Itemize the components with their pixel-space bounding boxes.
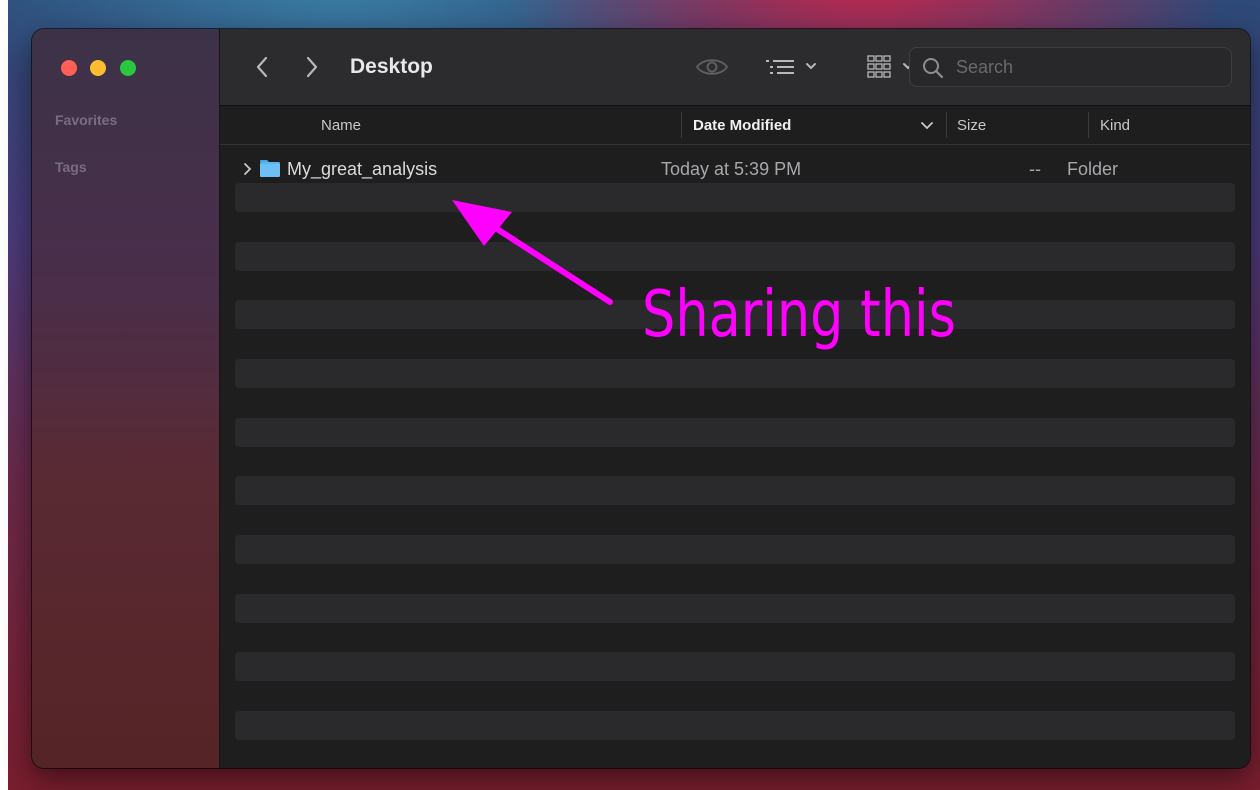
- sidebar-section-favorites[interactable]: Favorites: [55, 112, 117, 128]
- column-divider[interactable]: [1088, 112, 1089, 138]
- annotation-arrow-icon: [452, 200, 613, 305]
- file-size: --: [1029, 159, 1041, 179]
- chevron-left-icon: [256, 56, 268, 78]
- empty-row: [235, 359, 1235, 388]
- finder-window: Favorites Tags Desktop Search Name Date …: [32, 29, 1250, 768]
- annotation-text: Sharing this: [642, 278, 956, 352]
- column-divider[interactable]: [681, 112, 682, 138]
- close-button[interactable]: [61, 60, 77, 76]
- file-kind: Folder: [1067, 159, 1119, 179]
- back-button[interactable]: [250, 51, 274, 83]
- empty-row: [235, 594, 1235, 623]
- column-header-size[interactable]: Size: [957, 117, 986, 134]
- empty-row: [235, 476, 1235, 505]
- eye-icon: [695, 59, 729, 75]
- disclosure-chevron-right-icon[interactable]: [243, 162, 253, 176]
- column-divider[interactable]: [946, 112, 947, 138]
- empty-row: [235, 711, 1235, 740]
- sidebar: Favorites Tags: [32, 29, 220, 768]
- file-date-modified: Today at 5:39 PM: [661, 159, 802, 179]
- sidebar-section-tags[interactable]: Tags: [55, 159, 87, 175]
- sort-chevron-down-icon[interactable]: [920, 121, 934, 131]
- zoom-button[interactable]: [120, 60, 136, 76]
- group-button[interactable]: [764, 51, 822, 83]
- empty-row: [235, 535, 1235, 564]
- minimize-button[interactable]: [90, 60, 106, 76]
- empty-row: [235, 242, 1235, 271]
- column-header-name[interactable]: Name: [321, 117, 361, 134]
- window-title: Desktop: [350, 55, 433, 78]
- column-header-kind[interactable]: Kind: [1100, 117, 1130, 134]
- quicklook-button[interactable]: [694, 51, 730, 83]
- empty-row: [235, 652, 1235, 681]
- search-icon: [923, 58, 944, 79]
- folder-icon: [260, 160, 280, 177]
- file-name: My_great_analysis: [287, 159, 438, 179]
- list-icon: [766, 60, 816, 74]
- empty-row: [235, 183, 1235, 212]
- search-field[interactable]: [909, 47, 1232, 87]
- forward-button[interactable]: [300, 51, 324, 83]
- chevron-right-icon: [306, 56, 318, 78]
- main-content: Desktop Search Name Date Modified Size K…: [220, 29, 1250, 768]
- search-input[interactable]: [954, 54, 1218, 80]
- column-header-row: Name Date Modified Size Kind: [220, 106, 1250, 145]
- file-row[interactable]: My_great_analysis Today at 5:39 PM -- Fo…: [235, 154, 1235, 183]
- empty-row: [235, 418, 1235, 447]
- column-header-date-modified[interactable]: Date Modified: [693, 117, 791, 134]
- toolbar: Desktop: [220, 29, 1250, 106]
